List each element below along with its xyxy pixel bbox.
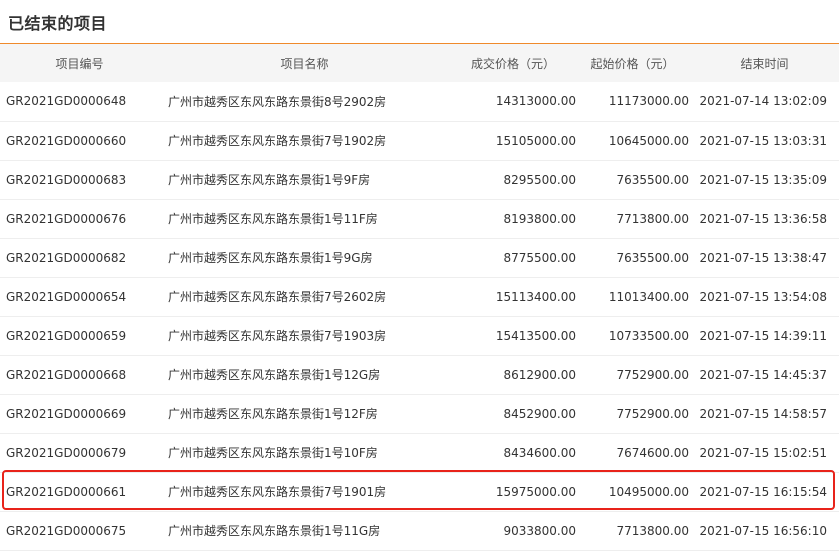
table-row[interactable]: GR2021GD0000654 广州市越秀区东风东路东景街7号2602房 151… [0,277,839,316]
cell-project-code: GR2021GD0000668 [6,367,127,382]
table-row[interactable]: GR2021GD0000660 广州市越秀区东风东路东景街7号1902房 151… [0,121,839,160]
cell-start-price: 7752900.00 [616,367,689,382]
cell-project-code: GR2021GD0000661 [6,484,127,499]
cell-start-price: 7674600.00 [616,445,689,460]
cell-end-time: 2021-07-15 15:02:51 [699,445,827,460]
column-header-name: 项目名称 [280,56,329,71]
page-title: 已结束的项目 [8,13,108,33]
table-row[interactable]: GR2021GD0000675 广州市越秀区东风东路东景街1号11G房 9033… [0,511,839,550]
cell-start-price: 7635500.00 [616,250,689,265]
cell-deal-price: 8612900.00 [503,367,576,382]
cell-deal-price: 15413500.00 [495,328,576,343]
column-header-end-time: 结束时间 [740,56,789,71]
table-row[interactable]: GR2021GD0000676 广州市越秀区东风东路东景街1号11F房 8193… [0,199,839,238]
cell-deal-price: 15975000.00 [495,484,576,499]
cell-deal-price: 15105000.00 [495,133,576,148]
cell-end-time: 2021-07-15 13:36:58 [699,211,827,226]
cell-project-code: GR2021GD0000682 [6,250,127,265]
cell-deal-price: 8452900.00 [503,406,576,421]
cell-start-price: 10495000.00 [608,484,689,499]
cell-project-name[interactable]: 广州市越秀区东风东路东景街1号11F房 [160,199,450,238]
cell-end-time: 2021-07-15 14:45:37 [699,367,827,382]
table-row[interactable]: GR2021GD0000668 广州市越秀区东风东路东景街1号12G房 8612… [0,355,839,394]
table-row[interactable]: GR2021GD0000648 广州市越秀区东风东路东景街8号2902房 143… [0,82,839,121]
table-header-row: 项目编号 项目名称 成交价格（元） 起始价格（元） 结束时间 [0,44,839,82]
table-row[interactable]: GR2021GD0000679 广州市越秀区东风东路东景街1号10F房 8434… [0,433,839,472]
cell-project-code: GR2021GD0000679 [6,445,127,460]
cell-project-code: GR2021GD0000669 [6,406,127,421]
cell-deal-price: 8434600.00 [503,445,576,460]
cell-end-time: 2021-07-15 13:35:09 [699,172,827,187]
cell-project-name[interactable]: 广州市越秀区东风东路东景街8号2902房 [160,82,450,121]
cell-start-price: 7635500.00 [616,172,689,187]
cell-start-price: 7713800.00 [616,211,689,226]
cell-project-code: GR2021GD0000675 [6,523,127,538]
cell-project-name[interactable]: 广州市越秀区东风东路东景街1号11G房 [160,511,450,550]
cell-project-code: GR2021GD0000659 [6,328,127,343]
cell-project-code: GR2021GD0000654 [6,289,127,304]
cell-project-code: GR2021GD0000683 [6,172,127,187]
cell-start-price: 11013400.00 [608,289,689,304]
cell-end-time: 2021-07-15 14:58:57 [699,406,827,421]
cell-end-time: 2021-07-15 16:15:54 [699,484,827,499]
cell-end-time: 2021-07-15 16:56:10 [699,523,827,538]
cell-project-name[interactable]: 广州市越秀区东风东路东景街1号10F房 [160,433,450,472]
cell-deal-price: 8775500.00 [503,250,576,265]
cell-deal-price: 14313000.00 [495,94,576,109]
cell-project-code: GR2021GD0000648 [6,94,127,109]
cell-start-price: 10733500.00 [608,328,689,343]
cell-project-code: GR2021GD0000660 [6,133,127,148]
table-row[interactable]: GR2021GD0000683 广州市越秀区东风东路东景街1号9F房 82955… [0,160,839,199]
cell-deal-price: 15113400.00 [495,289,576,304]
column-header-deal-price: 成交价格（元） [470,56,555,71]
cell-end-time: 2021-07-15 13:38:47 [699,250,827,265]
page-header: 已结束的项目 [0,0,839,44]
cell-project-name[interactable]: 广州市越秀区东风东路东景街7号1902房 [160,121,450,160]
cell-end-time: 2021-07-14 13:02:09 [699,94,827,109]
cell-end-time: 2021-07-15 13:54:08 [699,289,827,304]
column-header-code: 项目编号 [55,56,104,71]
cell-project-name[interactable]: 广州市越秀区东风东路东景街1号9G房 [160,238,450,277]
cell-end-time: 2021-07-15 13:03:31 [699,133,827,148]
cell-end-time: 2021-07-15 14:39:11 [699,328,827,343]
table-row[interactable]: GR2021GD0000669 广州市越秀区东风东路东景街1号12F房 8452… [0,394,839,433]
cell-project-code: GR2021GD0000676 [6,211,127,226]
cell-project-name[interactable]: 广州市越秀区东风东路东景街1号12G房 [160,355,450,394]
cell-project-name[interactable]: 广州市越秀区东风东路东景街7号2602房 [160,277,450,316]
table-row[interactable]: GR2021GD0000682 广州市越秀区东风东路东景街1号9G房 87755… [0,238,839,277]
cell-project-name[interactable]: 广州市越秀区东风东路东景街7号1901房 [160,472,450,511]
table-body: GR2021GD0000648 广州市越秀区东风东路东景街8号2902房 143… [0,82,839,550]
cell-project-name[interactable]: 广州市越秀区东风东路东景街1号9F房 [160,160,450,199]
finished-projects-table: 项目编号 项目名称 成交价格（元） 起始价格（元） 结束时间 GR2021GD0… [0,44,839,551]
cell-project-name[interactable]: 广州市越秀区东风东路东景街7号1903房 [160,316,450,355]
table-row[interactable]: GR2021GD0000659 广州市越秀区东风东路东景街7号1903房 154… [0,316,839,355]
cell-project-name[interactable]: 广州市越秀区东风东路东景街1号12F房 [160,394,450,433]
column-header-start-price: 起始价格（元） [590,56,675,71]
cell-deal-price: 8193800.00 [503,211,576,226]
cell-start-price: 11173000.00 [608,94,689,109]
cell-deal-price: 9033800.00 [503,523,576,538]
cell-deal-price: 8295500.00 [503,172,576,187]
cell-start-price: 7713800.00 [616,523,689,538]
cell-start-price: 7752900.00 [616,406,689,421]
table-row-highlighted[interactable]: GR2021GD0000661 广州市越秀区东风东路东景街7号1901房 159… [0,472,839,511]
cell-start-price: 10645000.00 [608,133,689,148]
